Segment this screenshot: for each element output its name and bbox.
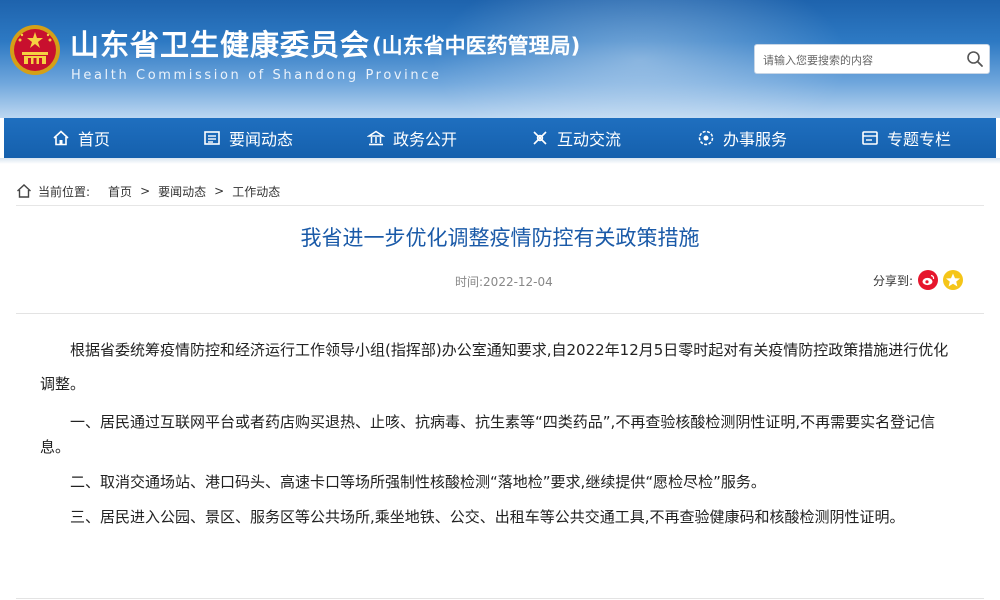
article-paragraph: 根据省委统筹疫情防控和经济运行工作领导小组(指挥部)办公室通知要求,自2022年…	[40, 341, 949, 393]
breadcrumb: 当前位置: 首页 > 要闻动态 > 工作动态	[16, 178, 280, 204]
site-english-name: Health Commission of Shandong Province	[71, 68, 442, 83]
nav-item-interaction[interactable]: 互动交流	[531, 118, 621, 158]
article-paragraph: 二、取消交通场站、港口码头、高速卡口等场所强制性核酸检测“落地检”要求,继续提供…	[70, 473, 766, 491]
article-paragraph: 一、居民通过互联网平台或者药店购买退热、止咳、抗病毒、抗生素等“四类药品”,不再…	[40, 413, 936, 456]
nav-item-services[interactable]: 办事服务	[697, 118, 787, 158]
breadcrumb-home[interactable]: 首页	[108, 183, 132, 200]
search-box	[754, 44, 990, 74]
share-bar: 分享到:	[873, 270, 964, 290]
news-icon	[204, 131, 220, 145]
share-label: 分享到:	[873, 273, 914, 288]
building-icon	[367, 130, 385, 146]
nav-label: 首页	[78, 130, 111, 149]
article-body: 根据省委统筹疫情防控和经济运行工作领导小组(指挥部)办公室通知要求,自2022年…	[40, 333, 960, 530]
exchange-icon	[533, 131, 547, 145]
date-label: 时间:	[455, 275, 484, 289]
nav-label: 政务公开	[393, 130, 458, 149]
breadcrumb-separator: >	[140, 184, 151, 198]
site-header: 山东省卫生健康委员会 (山东省中医药管理局) Health Commission…	[0, 0, 1000, 118]
national-emblem-icon	[10, 25, 60, 75]
article-date: 时间:2022-12-04	[455, 273, 553, 290]
nav-label: 互动交流	[557, 130, 622, 149]
nav-item-home[interactable]: 首页	[52, 118, 110, 158]
breadcrumb-work-news[interactable]: 工作动态	[232, 183, 280, 200]
main-nav: 首页 要闻动态 政务公开 互动交流 办事服务 专题专栏	[4, 118, 996, 158]
qzone-icon[interactable]	[943, 270, 964, 290]
search-input[interactable]	[761, 49, 961, 71]
nav-label: 专题专栏	[887, 130, 952, 149]
breadcrumb-separator: >	[214, 184, 225, 198]
divider	[16, 598, 984, 599]
home-icon	[53, 130, 69, 146]
nav-item-special-topics[interactable]: 专题专栏	[861, 118, 951, 158]
column-icon	[862, 131, 878, 145]
divider	[16, 205, 984, 206]
nav-item-news[interactable]: 要闻动态	[203, 118, 293, 158]
weibo-icon[interactable]	[918, 270, 939, 290]
date-value: 2022-12-04	[483, 275, 553, 289]
breadcrumb-news[interactable]: 要闻动态	[158, 183, 206, 200]
article-paragraph: 三、居民进入公园、景区、服务区等公共场所,乘坐地铁、公交、出租车等公共交通工具,…	[70, 508, 905, 526]
nav-label: 办事服务	[723, 130, 788, 149]
home-icon	[17, 184, 31, 198]
site-title: 山东省卫生健康委员会	[70, 28, 371, 62]
nav-label: 要闻动态	[229, 130, 294, 149]
search-icon[interactable]	[965, 49, 985, 69]
nav-item-gov-affairs[interactable]: 政务公开	[367, 118, 457, 158]
breadcrumb-label: 当前位置:	[38, 184, 91, 199]
nav-shadow	[0, 158, 1000, 164]
site-subtitle: (山东省中医药管理局)	[372, 34, 581, 58]
divider	[16, 313, 984, 314]
service-icon	[698, 130, 714, 146]
article-title: 我省进一步优化调整疫情防控有关政策措施	[300, 226, 700, 250]
